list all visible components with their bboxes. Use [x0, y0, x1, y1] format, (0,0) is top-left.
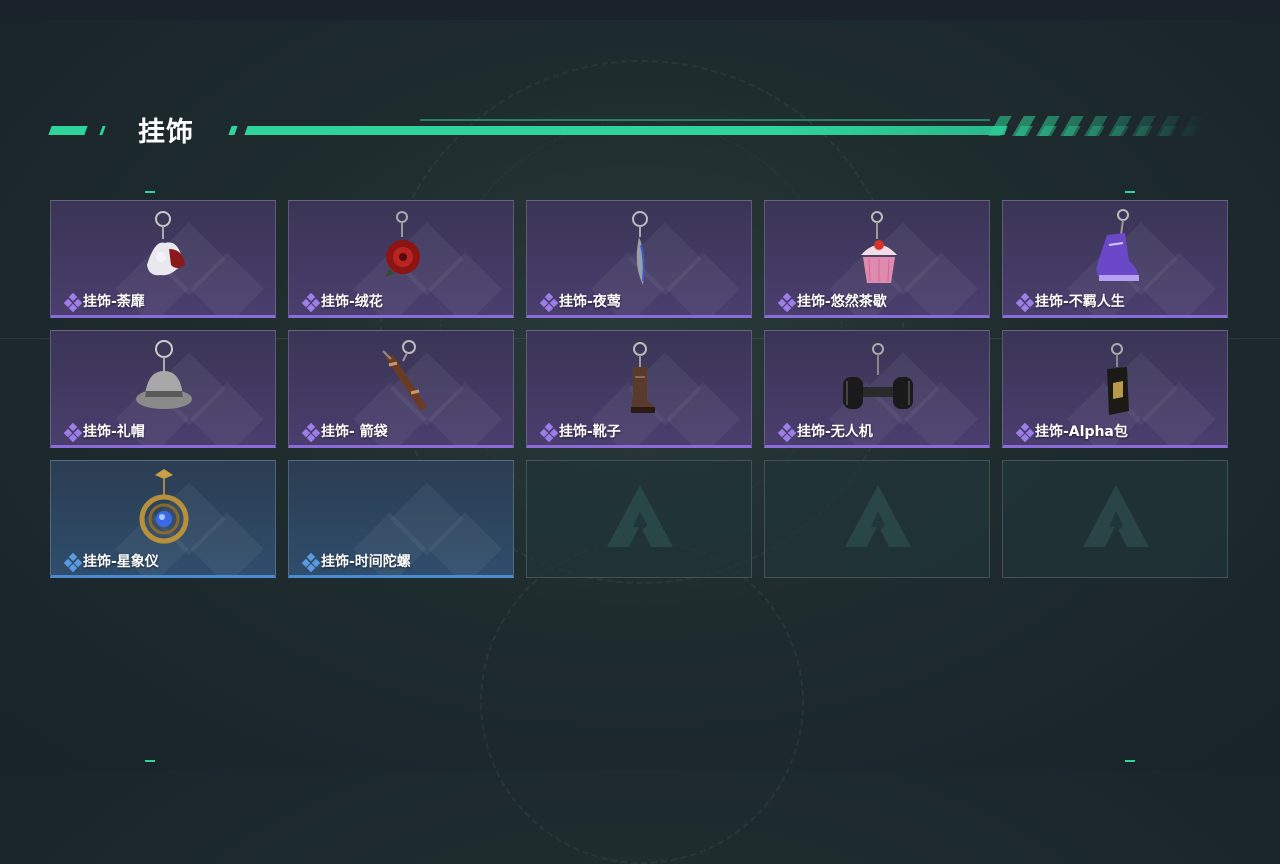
quality-diamond-icon	[301, 423, 321, 443]
charm-card[interactable]: 挂饰-悠然茶歇	[764, 200, 990, 318]
charm-card[interactable]: 挂饰-靴子	[526, 330, 752, 448]
corner-tick	[1125, 191, 1135, 193]
corner-tick	[1125, 760, 1135, 762]
boot-charm-icon	[631, 342, 655, 413]
charm-label: 挂饰-无人机	[797, 424, 873, 440]
quality-diamond-icon	[1015, 293, 1035, 313]
header-checker-pattern	[1003, 126, 1209, 136]
game-logo-watermark-icon	[845, 485, 911, 547]
charm-card[interactable]: 挂饰-夜莺	[526, 200, 752, 318]
quality-diamond-icon	[63, 293, 83, 313]
quality-diamond-icon	[539, 293, 559, 313]
charm-card[interactable]: 挂饰-绒花	[288, 200, 514, 318]
section-title: 挂饰	[138, 117, 194, 148]
header-thin-line	[420, 119, 990, 121]
header-accent-bar	[244, 126, 1008, 135]
drone-charm-icon	[843, 343, 913, 409]
charm-card[interactable]: 挂饰-时间陀螺	[288, 460, 514, 578]
cupcake-charm-icon	[861, 211, 897, 283]
charm-label: 挂饰-礼帽	[83, 424, 145, 440]
charm-label: 挂饰-时间陀螺	[321, 554, 411, 570]
charm-grid: 挂饰-荼靡 挂饰-绒花 挂饰-夜莺 挂饰-悠然茶歇 挂饰-不羁人生 挂饰-礼帽 …	[50, 200, 1230, 580]
charm-card[interactable]: 挂饰-礼帽	[50, 330, 276, 448]
top-bar	[0, 0, 1280, 20]
charm-label: 挂饰-绒花	[321, 294, 383, 310]
astrolabe-charm-icon	[139, 469, 189, 544]
charm-card[interactable]: 挂饰-不羁人生	[1002, 200, 1228, 318]
charm-label: 挂饰-星象仪	[83, 554, 159, 570]
charm-label: 挂饰-夜莺	[559, 294, 621, 310]
charm-label: 挂饰-靴子	[559, 424, 621, 440]
quality-diamond-icon	[301, 553, 321, 573]
charm-card[interactable]: 挂饰-星象仪	[50, 460, 276, 578]
sneaker-charm-icon	[1096, 209, 1139, 281]
flower-charm-icon	[147, 211, 185, 276]
charm-label: 挂饰-不羁人生	[1035, 294, 1125, 310]
section-header: 挂饰	[0, 100, 1280, 160]
game-logo-watermark-icon	[1083, 485, 1149, 547]
charm-card[interactable]: 挂饰- 箭袋	[288, 330, 514, 448]
game-logo-watermark-icon	[607, 485, 673, 547]
header-accent-tick	[228, 126, 238, 135]
quality-diamond-icon	[63, 423, 83, 443]
alpha-bag-charm-icon	[1107, 343, 1129, 415]
empty-slot	[764, 460, 990, 578]
corner-tick	[145, 760, 155, 762]
charm-card[interactable]: 挂饰-Alpha包	[1002, 330, 1228, 448]
quality-diamond-icon	[63, 553, 83, 573]
charm-card[interactable]: 挂饰-无人机	[764, 330, 990, 448]
quality-diamond-icon	[777, 423, 797, 443]
empty-slot	[1002, 460, 1228, 578]
quality-diamond-icon	[539, 423, 559, 443]
charm-label: 挂饰- 箭袋	[321, 424, 388, 440]
header-accent-tick	[99, 126, 106, 135]
quiver-charm-icon	[382, 340, 427, 411]
charm-label: 挂饰-悠然茶歇	[797, 294, 887, 310]
red-rose-charm-icon	[385, 211, 420, 277]
empty-slot	[526, 460, 752, 578]
feather-charm-icon	[632, 211, 648, 285]
corner-tick	[145, 191, 155, 193]
charm-card[interactable]: 挂饰-荼靡	[50, 200, 276, 318]
quality-diamond-icon	[301, 293, 321, 313]
charm-label: 挂饰-荼靡	[83, 294, 145, 310]
charm-label: 挂饰-Alpha包	[1035, 424, 1128, 440]
background-ring-bottom	[480, 540, 804, 864]
quality-diamond-icon	[777, 293, 797, 313]
header-accent-dash	[48, 126, 88, 135]
fedora-hat-charm-icon	[136, 340, 192, 409]
quality-diamond-icon	[1015, 423, 1035, 443]
